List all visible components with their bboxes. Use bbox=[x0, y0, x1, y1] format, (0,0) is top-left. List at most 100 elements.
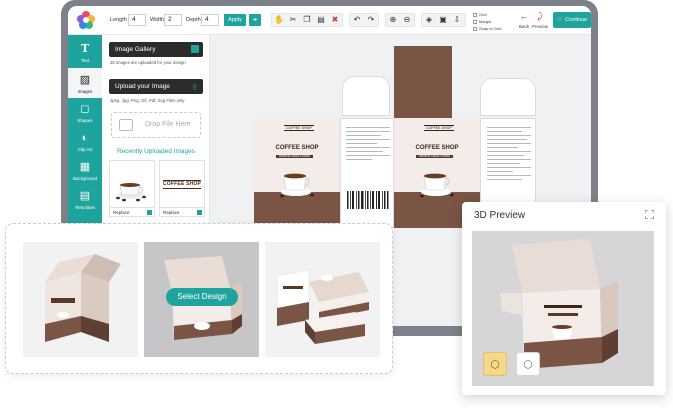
side-text-block bbox=[487, 127, 531, 183]
expand-icon[interactable] bbox=[645, 210, 654, 219]
recent-images-title: Recently Uploaded Images bbox=[116, 148, 196, 155]
preview-3d-card: 3D Preview ⬡ ⬡ bbox=[462, 202, 666, 395]
top-flap-right bbox=[480, 78, 536, 116]
sidebar-item-shapes[interactable]: ◻ Shapes bbox=[68, 97, 102, 127]
coffee-cup-icon bbox=[280, 173, 314, 198]
design-option-2[interactable]: Select Design bbox=[144, 242, 259, 357]
background-icon: ▦ bbox=[79, 161, 91, 173]
design-option-3[interactable] bbox=[265, 242, 380, 357]
redo-icon[interactable]: ↷ bbox=[364, 14, 378, 26]
select-check-icon[interactable] bbox=[147, 210, 152, 215]
recent-image-coffee-logo[interactable]: COFFEE SHOP Replace bbox=[159, 160, 205, 217]
thumb-footer: Replace bbox=[160, 207, 204, 216]
snap-option[interactable]: Snap to Grid bbox=[473, 25, 501, 32]
sidebar-item-background[interactable]: ▦ Background bbox=[68, 155, 102, 185]
view-options: Grid Margin Snap to Grid bbox=[473, 11, 501, 32]
gallery-note: 25 images are uploaded for your design bbox=[110, 60, 186, 65]
select-check-icon[interactable] bbox=[197, 210, 202, 215]
top-toolbar: Length 4 Width 2 Depth 4 Apply ⌖ ✋ ✂ ❐ ▤… bbox=[68, 6, 591, 35]
hand-icon[interactable]: ✋ bbox=[272, 14, 286, 26]
brand-name: COFFEE SHOP bbox=[275, 145, 319, 151]
margin-option[interactable]: Margin bbox=[473, 18, 501, 25]
apply-button[interactable]: Apply bbox=[224, 14, 246, 26]
length-label: Length bbox=[110, 17, 127, 23]
sidebar-label-clipart: Clip Art bbox=[77, 147, 93, 152]
grid-checkbox[interactable] bbox=[473, 12, 477, 17]
preview-pdf-icon[interactable]: ⤸ bbox=[533, 11, 547, 22]
depth-label: Depth bbox=[186, 17, 201, 23]
design-option-1[interactable] bbox=[23, 242, 138, 357]
margin-label: Margin bbox=[479, 19, 492, 24]
select-design-button[interactable]: Select Design bbox=[166, 288, 238, 306]
recent-image-coffee-beans[interactable]: Replace bbox=[109, 160, 155, 217]
margin-checkbox[interactable] bbox=[473, 19, 477, 24]
drop-zone-label: Drop File Here bbox=[145, 121, 191, 128]
top-flap-left bbox=[342, 76, 390, 116]
zoom-tools: ⊕ ⊖ bbox=[385, 13, 415, 27]
upload-icon: ⇪ bbox=[191, 83, 198, 92]
save-icon[interactable]: ▣ bbox=[436, 14, 450, 26]
upload-image-label: Upload your Image bbox=[115, 83, 170, 90]
sidebar-item-images[interactable]: ▨ Images bbox=[68, 68, 102, 98]
sidebar-item-clipart[interactable]: ◐ Clip Art bbox=[68, 126, 102, 156]
brand-badge: COFFEE SHOP bbox=[424, 125, 454, 131]
cut-icon[interactable]: ✂ bbox=[286, 14, 300, 26]
clipart-icon: ◐ bbox=[81, 132, 89, 144]
undo-icon[interactable]: ↶ bbox=[350, 14, 364, 26]
side-panel-left bbox=[340, 118, 394, 228]
image-icon: ▨ bbox=[79, 74, 91, 86]
templates-icon: ▤ bbox=[79, 190, 91, 202]
preview-label[interactable]: Preview bbox=[529, 24, 551, 29]
width-label: Width bbox=[150, 17, 165, 23]
sidebar-label-templates: Templates bbox=[74, 205, 96, 210]
mailer-box-design-image bbox=[276, 269, 369, 344]
copy-icon[interactable]: ❐ bbox=[300, 14, 314, 26]
coffee-cup-thumbnail bbox=[116, 183, 146, 202]
gallery-open-icon bbox=[191, 45, 199, 53]
width-input[interactable]: 2 bbox=[164, 14, 182, 26]
drop-image-icon bbox=[119, 119, 133, 131]
design-chooser: Select Design bbox=[5, 223, 393, 374]
box-wireframe-mode-icon[interactable]: ⬡ bbox=[516, 352, 540, 376]
depth-input[interactable]: 4 bbox=[201, 14, 219, 26]
delete-icon[interactable]: ✖ bbox=[328, 14, 342, 26]
upload-image-button[interactable]: Upload your Image ⇪ bbox=[109, 79, 203, 94]
brand-name: COFFEE SHOP bbox=[415, 145, 459, 151]
sidebar-item-text[interactable]: T Text bbox=[68, 37, 102, 67]
brand-badge: COFFEE SHOP bbox=[284, 125, 314, 131]
replace-link[interactable]: Replace bbox=[113, 210, 130, 215]
back-arrow-icon[interactable]: ← bbox=[517, 11, 531, 21]
box-3d-mode-icon[interactable]: ⬡ bbox=[483, 352, 507, 376]
export-icon[interactable]: ⇩ bbox=[450, 14, 464, 26]
image-gallery-button[interactable]: Image Gallery bbox=[109, 42, 203, 57]
zoom-in-icon[interactable]: ⊕ bbox=[386, 14, 400, 26]
brand-strap: PREMIUM GRADE COFFEE bbox=[276, 155, 313, 158]
sidebar-item-templates[interactable]: ▤ Templates bbox=[68, 184, 102, 214]
barcode-icon bbox=[347, 191, 389, 209]
coffee-shop-logo-text: COFFEE SHOP bbox=[163, 180, 202, 189]
arrange-tools: ◈ ▣ ⇩ bbox=[421, 13, 466, 27]
open-box-design-image bbox=[45, 254, 121, 342]
grid-label: Grid bbox=[479, 12, 487, 17]
file-drop-zone[interactable]: Drop File Here bbox=[111, 112, 201, 138]
thumb-footer: Replace bbox=[110, 207, 154, 216]
snap-label: Snap to Grid bbox=[479, 26, 502, 31]
edit-tools: ✋ ✂ ❐ ▤ ✖ bbox=[271, 13, 343, 27]
replace-link[interactable]: Replace bbox=[163, 210, 180, 215]
grid-option[interactable]: Grid bbox=[473, 11, 501, 18]
preview-3d-viewport[interactable]: ⬡ ⬡ bbox=[472, 231, 654, 386]
shapes-icon: ◻ bbox=[80, 103, 90, 115]
paste-icon[interactable]: ▤ bbox=[314, 14, 328, 26]
brand-strap: PREMIUM GRADE COFFEE bbox=[416, 155, 453, 158]
snap-checkbox[interactable] bbox=[473, 26, 477, 31]
sidebar-label-images: Images bbox=[77, 89, 93, 94]
sidebar-label-background: Background bbox=[72, 176, 98, 181]
layers-icon[interactable]: ◈ bbox=[422, 14, 436, 26]
front-panel: COFFEE SHOP COFFEE SHOP PREMIUM GRADE CO… bbox=[254, 118, 340, 228]
length-input[interactable]: 4 bbox=[128, 14, 146, 26]
zoom-out-icon[interactable]: ⊖ bbox=[400, 14, 414, 26]
continue-label: Continue bbox=[565, 17, 588, 23]
history-tools: ↶ ↷ bbox=[349, 13, 379, 27]
continue-button[interactable]: 🛒 Continue bbox=[553, 12, 591, 28]
camera-icon[interactable]: ⌖ bbox=[249, 14, 261, 26]
